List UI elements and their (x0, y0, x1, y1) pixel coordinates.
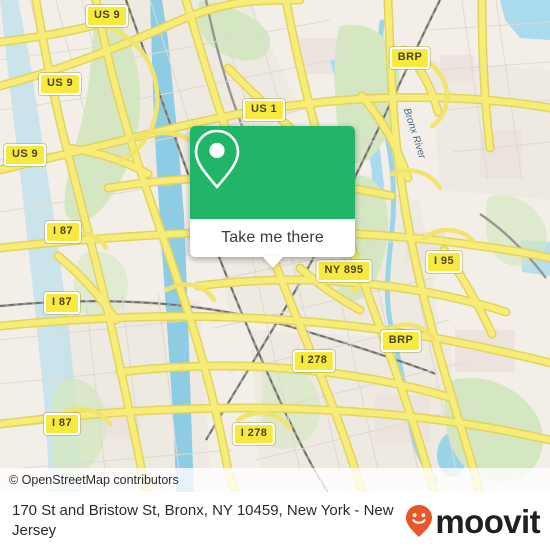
shield-i-278-upper[interactable]: I 278 (292, 350, 336, 372)
location-callout-card[interactable]: Take me there (190, 126, 355, 268)
map-screenshot: Bronx River US 9 US 9 US 9 US 1 BRP I 87… (0, 0, 550, 550)
take-me-there-label: Take me there (221, 229, 324, 246)
shield-i-87-mid[interactable]: I 87 (44, 292, 80, 314)
moovit-wordmark: moovit (435, 502, 540, 540)
shield-us-9-top[interactable]: US 9 (85, 5, 129, 27)
osm-attribution-bar: © OpenStreetMap contributors (0, 468, 550, 492)
map-pin-icon (194, 129, 240, 189)
location-title: 170 St and Bristow St, Bronx, NY 10459, … (12, 502, 394, 539)
shield-ny-895[interactable]: NY 895 (316, 260, 372, 282)
osm-attribution-text[interactable]: © OpenStreetMap contributors (0, 473, 179, 487)
map-canvas[interactable]: Bronx River US 9 US 9 US 9 US 1 BRP I 87… (0, 0, 550, 492)
shield-brp-lower[interactable]: BRP (380, 330, 422, 352)
moovit-logo[interactable]: moovit (405, 504, 550, 538)
shield-i-278-lower[interactable]: I 278 (232, 423, 276, 445)
callout-tail (261, 256, 284, 268)
take-me-there-button[interactable]: Take me there (190, 219, 355, 257)
moovit-smiley-pin-icon (406, 505, 433, 537)
shield-i-87-lower[interactable]: I 87 (44, 413, 80, 435)
shield-i-95[interactable]: I 95 (426, 251, 462, 273)
callout-pin-area (190, 126, 355, 219)
caption-bar: 170 St and Bristow St, Bronx, NY 10459, … (0, 492, 550, 550)
shield-brp-top[interactable]: BRP (389, 47, 431, 69)
shield-i-87-upper[interactable]: I 87 (45, 221, 81, 243)
shield-us-1[interactable]: US 1 (242, 99, 286, 121)
shield-us-9-left[interactable]: US 9 (38, 73, 82, 95)
shield-us-9-mid[interactable]: US 9 (3, 144, 47, 166)
